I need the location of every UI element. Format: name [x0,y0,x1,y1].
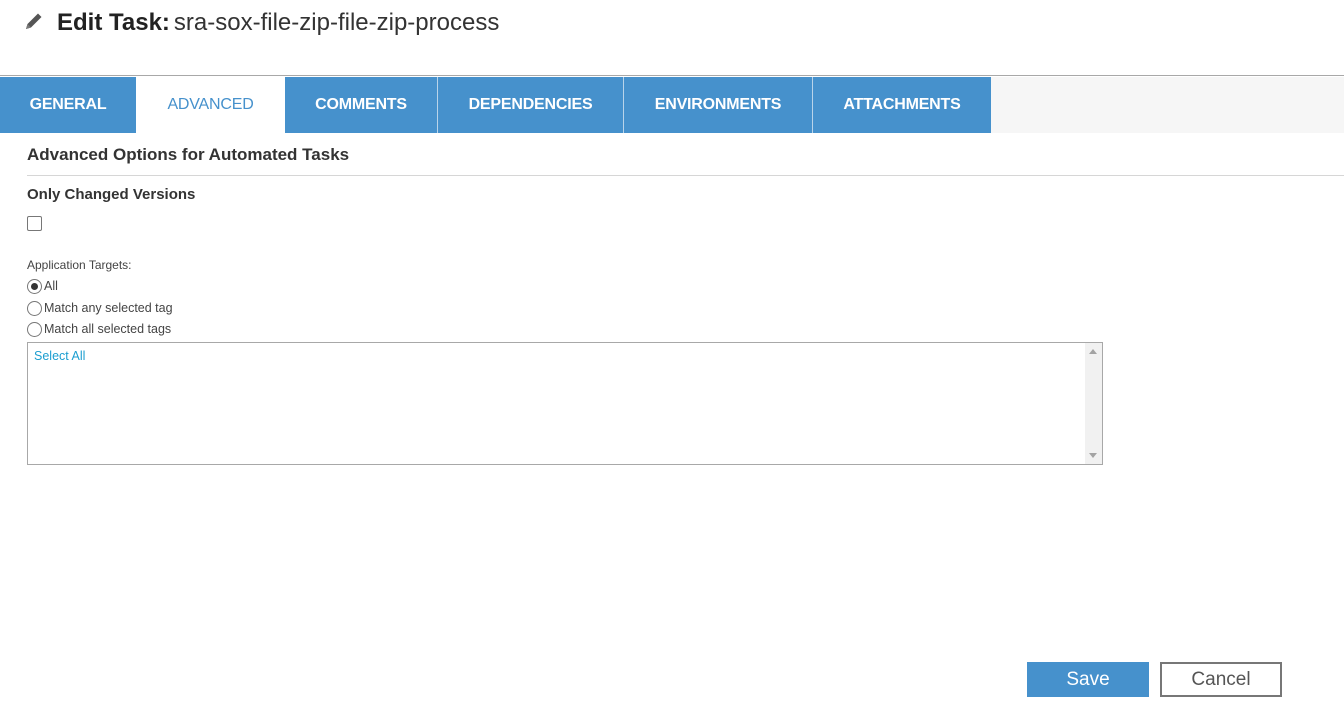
tab-bar: GENERAL ADVANCED COMMENTS DEPENDENCIES E… [0,77,1344,133]
edit-task-page: Edit Task: sra-sox-file-zip-file-zip-proc… [0,0,1344,716]
radio-all[interactable] [27,278,42,294]
tags-listbox[interactable]: Select All [27,342,1103,465]
radio-all-label: All [44,279,58,293]
section-title: Advanced Options for Automated Tasks [27,145,350,164]
tab-attachments[interactable]: ATTACHMENTS [812,77,991,133]
pencil-icon [26,13,42,29]
task-name: sra-sox-file-zip-file-zip-process [173,9,500,36]
listbox-scrollbar[interactable] [1085,343,1102,464]
cancel-button[interactable]: Cancel [1160,662,1282,697]
save-button[interactable]: Save [1027,662,1149,697]
scroll-up-arrow-icon[interactable] [1089,349,1097,354]
radio-match-all-label: Match all selected tags [44,322,172,336]
radio-match-any-label: Match any selected tag [44,301,173,315]
radio-match-all[interactable] [27,321,42,337]
page-title-label: Edit Task: [57,9,170,36]
only-changed-versions-label: Only Changed Versions [27,186,196,203]
radio-option-match-all[interactable]: Match all selected tags [27,320,171,338]
page-header: Edit Task: sra-sox-file-zip-file-zip-proc… [0,0,1344,76]
section-divider [27,175,1344,176]
tab-comments[interactable]: COMMENTS [285,77,437,133]
radio-match-any[interactable] [27,300,42,316]
tab-advanced[interactable]: ADVANCED [136,77,285,133]
select-all-link[interactable]: Select All [34,349,85,363]
only-changed-versions-checkbox[interactable] [27,216,42,231]
scroll-down-arrow-icon[interactable] [1089,453,1097,458]
tab-dependencies[interactable]: DEPENDENCIES [437,77,623,133]
page-title: Edit Task: sra-sox-file-zip-file-zip-proc… [57,8,499,38]
radio-option-match-any[interactable]: Match any selected tag [27,299,173,317]
application-targets-label: Application Targets: [27,258,132,272]
radio-option-all[interactable]: All [27,277,58,295]
tab-general[interactable]: GENERAL [0,77,136,133]
tab-environments[interactable]: ENVIRONMENTS [623,77,812,133]
